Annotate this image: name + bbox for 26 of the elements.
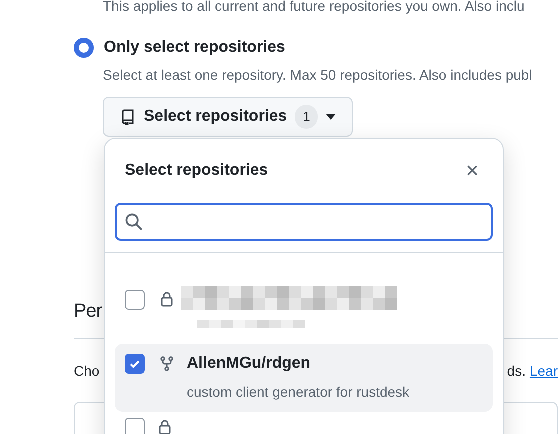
- checkbox[interactable]: [125, 354, 145, 374]
- checkbox[interactable]: [125, 290, 145, 310]
- close-button[interactable]: ×: [462, 161, 483, 181]
- repository-icon: [120, 109, 136, 125]
- option-label: Only select repositories: [104, 38, 286, 58]
- option-description: Select at least one repository. Max 50 repositories. Also includes publ: [103, 67, 532, 83]
- section-text: Cho: [74, 362, 100, 381]
- section-text-end: ds.: [507, 362, 526, 381]
- fork-icon: [159, 356, 175, 372]
- search-icon: [125, 213, 143, 231]
- select-repositories-button[interactable]: Select repositories 1: [103, 97, 354, 137]
- learn-link[interactable]: Lear: [530, 361, 558, 382]
- search-field[interactable]: [115, 203, 493, 241]
- repository-name: AllenMGu/rdgen: [187, 354, 312, 374]
- check-icon: [129, 358, 141, 370]
- popover-title: Select repositories: [125, 161, 268, 181]
- repository-item[interactable]: AllenMGu/rdgen custom client generator for rustdesk: [115, 344, 493, 412]
- checkbox[interactable]: [125, 418, 145, 434]
- section-heading: Per: [74, 300, 102, 324]
- lock-icon: [161, 292, 173, 307]
- repository-description: custom client generator for rustdesk: [187, 383, 410, 402]
- caret-icon: [326, 114, 336, 120]
- description-text: This applies to all current and future repositories you own. Also inclu: [103, 0, 525, 14]
- lock-icon: [159, 420, 171, 434]
- count-label: 1: [295, 105, 318, 129]
- radio-button[interactable]: [74, 38, 94, 58]
